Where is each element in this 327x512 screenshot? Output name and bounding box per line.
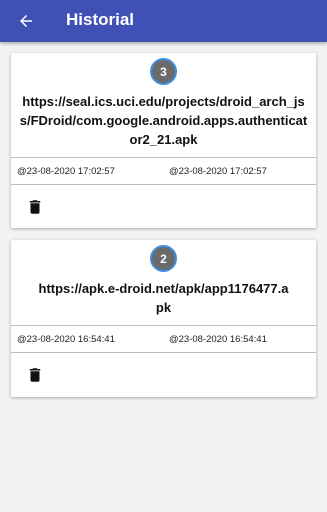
- dates-row: @23-08-2020 16:54:41 @23-08-2020 16:54:4…: [11, 325, 316, 353]
- trash-icon: [29, 368, 41, 382]
- history-card[interactable]: 2 https://apk.e-droid.net/apk/app1176477…: [11, 240, 316, 397]
- page-title: Historial: [66, 10, 135, 29]
- back-button[interactable]: [12, 7, 40, 35]
- date-start: @23-08-2020 16:54:41: [17, 333, 115, 345]
- delete-button[interactable]: [23, 194, 47, 220]
- badge-container: 2: [11, 240, 316, 273]
- arrow-left-icon: [20, 15, 32, 27]
- count-badge: 3: [150, 58, 177, 85]
- count-badge: 2: [150, 245, 177, 272]
- history-card[interactable]: 3 https://seal.ics.uci.edu/projects/droi…: [11, 53, 316, 228]
- date-start: @23-08-2020 17:02:57: [17, 165, 115, 177]
- dates-row: @23-08-2020 17:02:57 @23-08-2020 17:02:5…: [11, 157, 316, 185]
- date-end: @23-08-2020 17:02:57: [169, 165, 267, 177]
- history-url: https://seal.ics.uci.edu/projects/droid_…: [19, 94, 308, 147]
- app-bar: Historial: [0, 0, 327, 42]
- history-url: https://apk.e-droid.net/apk/app1176477.a…: [38, 281, 289, 315]
- trash-icon: [29, 200, 41, 214]
- date-end: @23-08-2020 16:54:41: [169, 333, 267, 345]
- delete-button[interactable]: [23, 362, 47, 388]
- badge-container: 3: [11, 53, 316, 86]
